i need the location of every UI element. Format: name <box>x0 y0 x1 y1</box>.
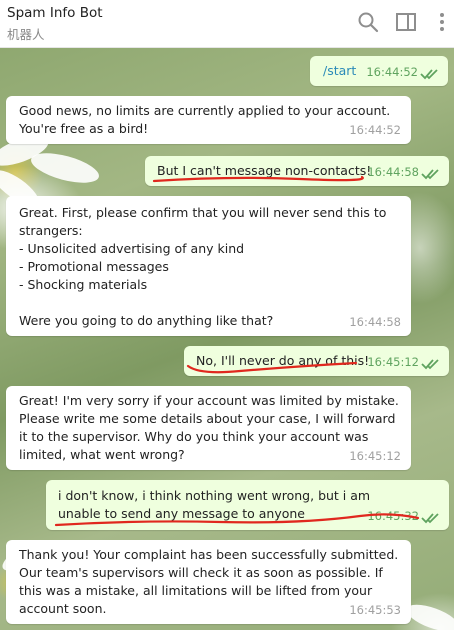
message-time: 16:44:58 <box>349 315 401 329</box>
double-check-icon <box>421 359 439 370</box>
message-time: 16:44:52 <box>349 123 401 137</box>
message-time: 16:45:32 <box>367 509 419 523</box>
chat-history[interactable]: /start 16:44:52 Good news, no limits are… <box>0 48 454 630</box>
command-link[interactable]: /start <box>323 62 356 80</box>
message-text: But I can't message non-contacts! <box>157 163 372 178</box>
outgoing-message[interactable]: But I can't message non-contacts! 16:44:… <box>145 156 449 186</box>
background-petal <box>28 147 102 189</box>
outgoing-message[interactable]: i don't know, i think nothing went wrong… <box>46 480 449 530</box>
chat-title[interactable]: Spam Info Bot <box>7 5 103 21</box>
chat-header: Spam Info Bot 机器人 <box>0 0 454 48</box>
chat-subtitle: 机器人 <box>7 27 45 42</box>
message-text: Great! I'm very sorry if your account wa… <box>19 393 403 462</box>
double-check-icon <box>421 513 439 524</box>
search-icon[interactable] <box>356 10 380 34</box>
incoming-message[interactable]: Great. First, please confirm that you wi… <box>6 196 411 336</box>
sidebar-toggle-icon[interactable] <box>394 10 418 34</box>
double-check-icon <box>420 69 438 80</box>
message-time: 16:45:12 <box>367 355 419 369</box>
message-text: i don't know, i think nothing went wrong… <box>58 488 375 521</box>
outgoing-message[interactable]: No, I'll never do any of this! 16:45:12 <box>184 346 449 376</box>
message-time: 16:45:53 <box>349 603 401 617</box>
message-text: Thank you! Your complaint has been succe… <box>19 547 403 616</box>
message-time: 16:44:58 <box>367 165 419 179</box>
incoming-message[interactable]: Great! I'm very sorry if your account wa… <box>6 386 411 470</box>
message-text: Good news, no limits are currently appli… <box>19 103 395 136</box>
message-time: 16:45:12 <box>349 449 401 463</box>
more-options-icon[interactable] <box>430 10 454 34</box>
message-text: Great. First, please confirm that you wi… <box>19 205 387 328</box>
message-time: 16:44:52 <box>366 65 418 79</box>
incoming-message[interactable]: Good news, no limits are currently appli… <box>6 96 411 144</box>
outgoing-message[interactable]: /start 16:44:52 <box>310 56 448 86</box>
double-check-icon <box>421 169 439 180</box>
incoming-message[interactable]: Thank you! Your complaint has been succe… <box>6 540 411 624</box>
message-text: No, I'll never do any of this! <box>196 353 370 368</box>
